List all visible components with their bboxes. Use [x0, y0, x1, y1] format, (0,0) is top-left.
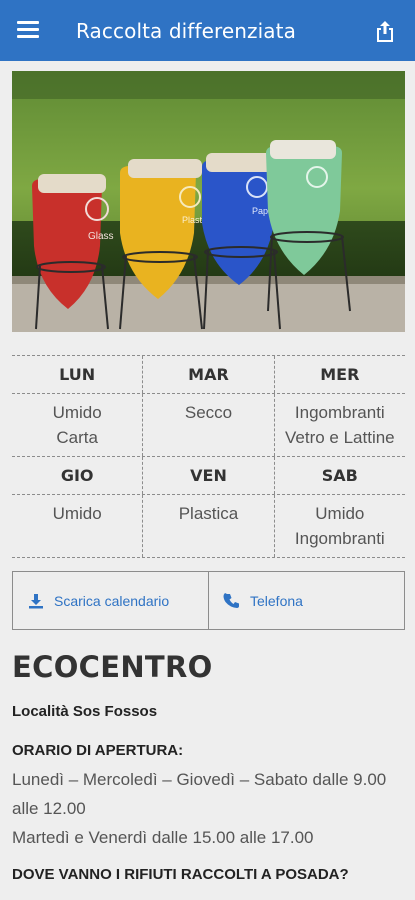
call-label: Telefona [250, 592, 303, 609]
action-bar: Scarica calendario Telefona [12, 571, 405, 630]
waste-type: Umido [52, 504, 102, 523]
day-items: Umido [12, 495, 142, 557]
hero-image: Glass Plast Pape [12, 71, 405, 332]
collection-schedule: LUN MAR MER Umido Carta Secco Ingombrant… [12, 355, 405, 558]
waste-type: Carta [56, 428, 98, 447]
day-items: Secco [142, 394, 273, 456]
svg-text:Plast: Plast [182, 215, 203, 225]
ecocentro-location: Località Sos Fossos [12, 703, 158, 720]
schedule-days-row-2: GIO VEN SAB [12, 456, 405, 494]
call-button[interactable]: Telefona [208, 572, 404, 629]
waste-type: Vetro e Lattine [285, 428, 395, 447]
svg-text:Glass: Glass [88, 231, 114, 242]
app-bar: Raccolta differenziata [0, 0, 415, 61]
opening-hours-text: Lunedì – Mercoledì – Giovedì – Sabato da… [12, 765, 407, 852]
day-items: Umido Ingombranti [273, 495, 405, 557]
schedule-items-row-1: Umido Carta Secco Ingombranti Vetro e La… [12, 393, 405, 456]
waste-type: Plastica [178, 504, 239, 523]
download-calendar-button[interactable]: Scarica calendario [13, 572, 208, 629]
ecocentro-title: ECOCENTRO [12, 650, 213, 684]
day-header: LUN [59, 365, 96, 384]
waste-type: Umido [315, 504, 365, 523]
day-items: Plastica [142, 495, 273, 557]
waste-type: Secco [184, 403, 233, 422]
day-header: GIO [60, 466, 94, 485]
day-items: Ingombranti Vetro e Lattine [273, 394, 405, 456]
day-header: SAB [273, 457, 405, 494]
opening-hours-line: Lunedì – Mercoledì – Giovedì – Sabato da… [12, 770, 387, 818]
day-header: MER [273, 356, 405, 393]
schedule-days-row-1: LUN MAR MER [12, 355, 405, 393]
download-icon [29, 593, 43, 608]
schedule-items-row-2: Umido Plastica Umido Ingombranti [12, 494, 405, 558]
day-items: Umido Carta [12, 394, 142, 456]
day-header: MAR [142, 356, 273, 393]
opening-hours-label: ORARIO DI APERTURA: [12, 742, 184, 759]
phone-icon [223, 592, 239, 608]
faq-heading: DOVE VANNO I RIFIUTI RACCOLTI A POSADA? [12, 866, 349, 883]
waste-type: Umido [52, 403, 102, 422]
opening-hours-line: Martedì e Venerdì dalle 15.00 alle 17.00 [12, 828, 314, 847]
waste-type: Ingombranti [294, 403, 385, 422]
waste-type: Ingombranti [294, 529, 385, 548]
app-title: Raccolta differenziata [76, 19, 296, 43]
share-icon[interactable] [372, 18, 398, 44]
hamburger-menu-icon[interactable] [13, 18, 43, 42]
download-calendar-label: Scarica calendario [54, 592, 170, 609]
day-header: VEN [142, 457, 273, 494]
